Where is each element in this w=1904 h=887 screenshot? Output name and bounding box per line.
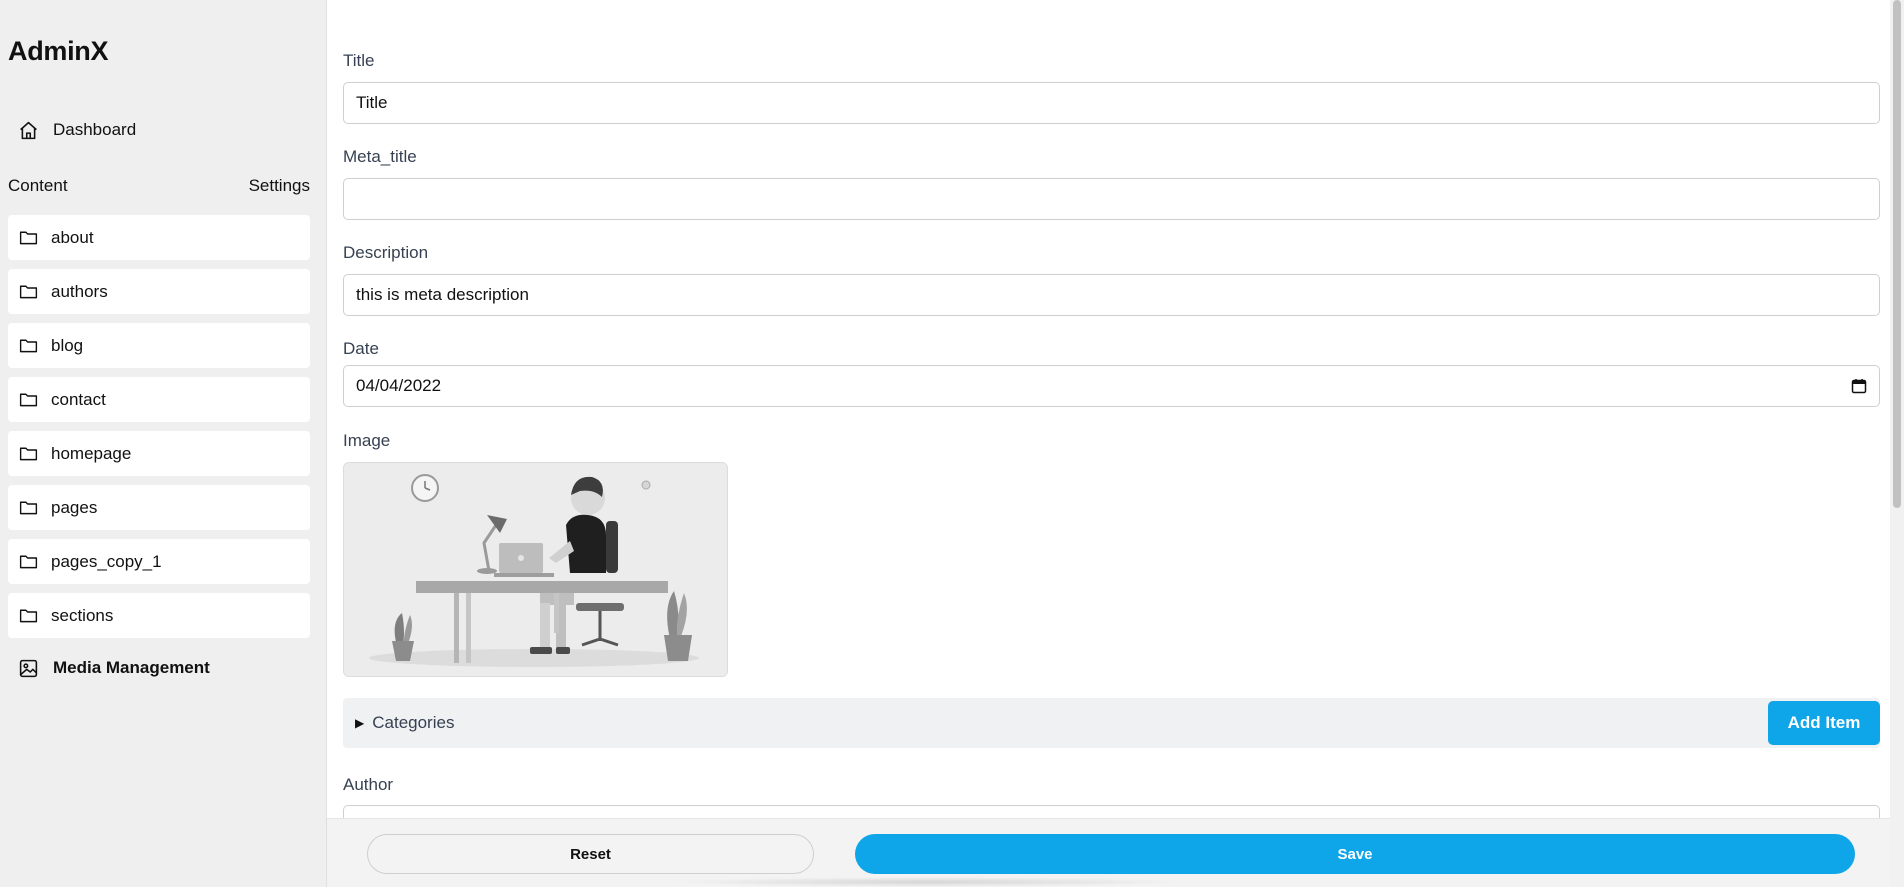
media-management-label: Media Management <box>53 658 210 677</box>
folder-label: homepage <box>51 443 132 463</box>
image-icon <box>18 658 39 679</box>
meta-title-label: Meta_title <box>343 147 417 166</box>
save-button[interactable]: Save <box>855 834 1855 874</box>
reset-button[interactable]: Reset <box>367 834 814 874</box>
sidebar-item-contact[interactable]: contact <box>8 377 310 422</box>
sidebar-item-sections[interactable]: sections <box>8 593 310 638</box>
sidebar: AdminX Dashboard Content Settings about … <box>0 0 327 887</box>
folder-label: pages_copy_1 <box>51 551 162 571</box>
sidebar-item-about[interactable]: about <box>8 215 310 260</box>
folder-label: blog <box>51 335 84 355</box>
folder-icon <box>18 335 39 356</box>
meta-title-input[interactable] <box>343 178 1880 220</box>
calendar-icon[interactable] <box>1851 378 1867 394</box>
folder-label: contact <box>51 389 106 409</box>
desk-illustration <box>344 463 727 676</box>
folder-icon <box>18 389 39 410</box>
sidebar-item-pages[interactable]: pages <box>8 485 310 530</box>
description-label: Description <box>343 243 429 262</box>
description-input[interactable] <box>343 274 1880 316</box>
date-input[interactable]: 04/04/2022 <box>343 365 1880 407</box>
settings-link[interactable]: Settings <box>249 176 310 196</box>
folder-icon <box>18 227 39 248</box>
action-bar: Reset Save <box>327 818 1904 887</box>
add-item-button[interactable]: Add Item <box>1768 701 1880 745</box>
sidebar-item-authors[interactable]: authors <box>8 269 310 314</box>
folder-icon <box>18 551 39 572</box>
sidebar-item-dashboard[interactable]: Dashboard <box>8 112 310 148</box>
app-brand: AdminX <box>8 36 109 66</box>
image-preview[interactable] <box>343 462 728 677</box>
content-editor-form: Title Meta_title Description Date 04/04/… <box>343 0 1880 825</box>
sidebar-item-blog[interactable]: blog <box>8 323 310 368</box>
folder-list: about authors blog contact homepage page… <box>8 215 310 647</box>
sidebar-item-pages-copy-1[interactable]: pages_copy_1 <box>8 539 310 584</box>
folder-label: about <box>51 227 94 247</box>
date-label: Date <box>343 339 379 358</box>
home-icon <box>18 120 39 141</box>
folder-label: sections <box>51 605 114 625</box>
folder-icon <box>18 281 39 302</box>
image-label: Image <box>343 431 391 450</box>
author-label: Author <box>343 775 394 794</box>
content-section-header: Content Settings <box>8 172 310 200</box>
folder-label: pages <box>51 497 98 517</box>
folder-label: authors <box>51 281 108 301</box>
page-scrollbar[interactable] <box>1890 0 1904 887</box>
scrollbar-thumb[interactable] <box>1893 0 1901 508</box>
folder-icon <box>18 497 39 518</box>
categories-toggle[interactable]: Categories <box>372 713 454 733</box>
folder-icon <box>18 605 39 626</box>
date-value: 04/04/2022 <box>356 376 442 395</box>
expand-triangle-icon[interactable]: ▶ <box>355 716 364 730</box>
content-heading: Content <box>8 176 68 195</box>
sidebar-item-media-management[interactable]: Media Management <box>8 650 310 686</box>
folder-icon <box>18 443 39 464</box>
title-input[interactable] <box>343 82 1880 124</box>
categories-section: ▶ Categories Add Item <box>343 698 1880 748</box>
title-label: Title <box>343 51 375 70</box>
bar-shadow <box>667 877 1187 887</box>
sidebar-item-homepage[interactable]: homepage <box>8 431 310 476</box>
dashboard-label: Dashboard <box>53 120 137 139</box>
